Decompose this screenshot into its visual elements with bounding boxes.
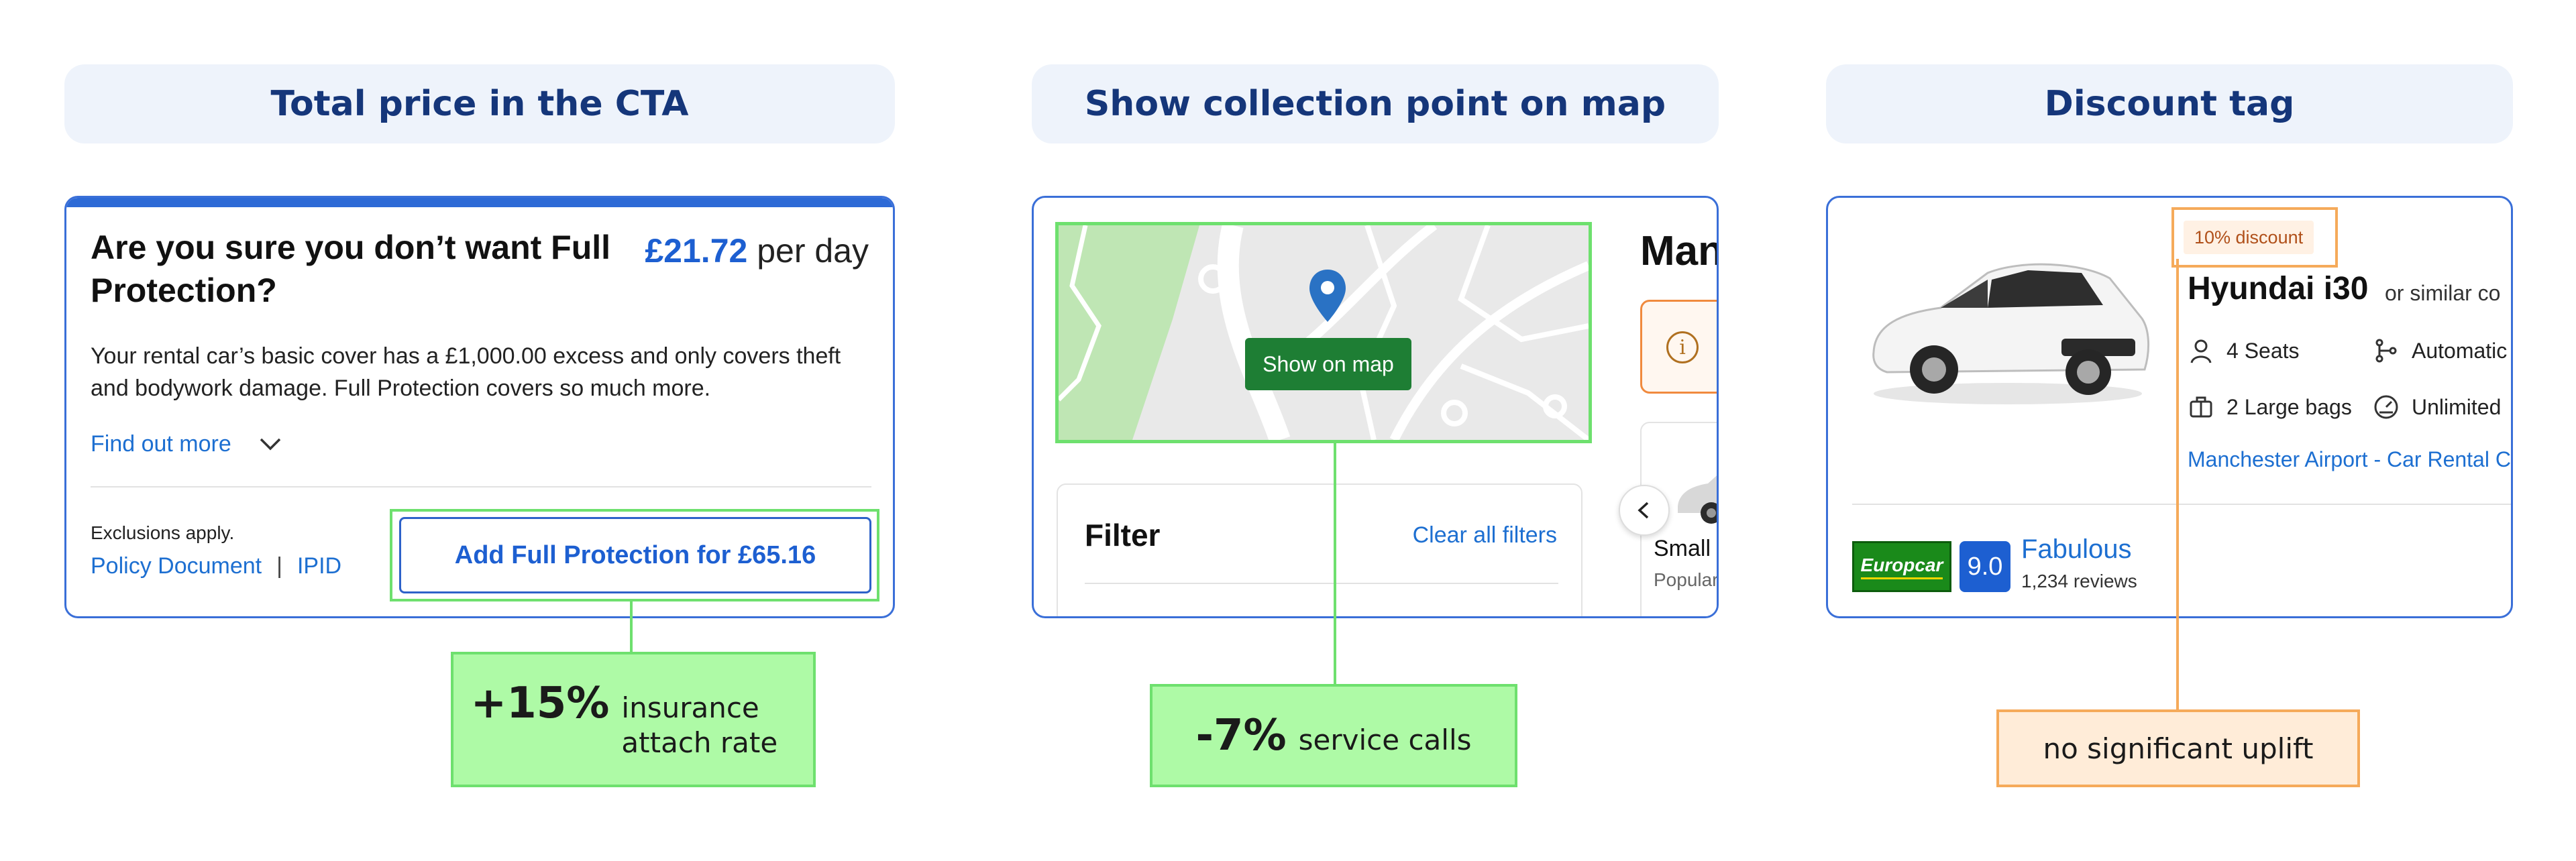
result-metric: no significant uplift	[2043, 732, 2314, 765]
car-image	[1872, 263, 2150, 404]
section-header-total-price: Total price in the CTA	[64, 64, 895, 144]
supplier-name: Europcar	[1860, 555, 1943, 579]
result-box-service-calls: -7% service calls	[1150, 684, 1517, 787]
feature-bags: 2 Large bags	[2188, 394, 2352, 420]
speedometer-icon	[2374, 395, 2398, 419]
protection-upsell-card: Are you sure you don’t want Full Protect…	[64, 196, 895, 618]
daily-price: £21.72 per day	[645, 231, 869, 270]
daily-price-suffix: per day	[757, 232, 869, 270]
carousel-prev-button[interactable]	[1619, 485, 1670, 536]
results-heading: Man	[1640, 228, 1719, 274]
result-value: +15%	[470, 679, 610, 728]
section-header-discount-tag: Discount tag	[1826, 64, 2513, 144]
clear-all-filters-link[interactable]: Clear all filters	[1413, 522, 1557, 549]
card-accent-bar	[66, 198, 893, 207]
discount-badge: 10% discount	[2184, 221, 2314, 254]
add-full-protection-button[interactable]: Add Full Protection for £65.16	[399, 517, 871, 593]
car-model-name: Hyundai i30	[2188, 271, 2369, 306]
car-category-label: Small	[1654, 536, 1711, 561]
show-on-map-button[interactable]: Show on map	[1245, 338, 1411, 390]
divider	[1085, 583, 1558, 584]
result-metric: service calls	[1298, 724, 1472, 756]
gearshift-icon	[2375, 339, 2397, 363]
policy-document-link[interactable]: Policy Document	[91, 553, 262, 579]
review-count: 1,234 reviews	[2021, 571, 2137, 591]
or-similar-label: or similar co	[2385, 281, 2501, 305]
find-out-more-label: Find out more	[91, 431, 231, 457]
protection-description: Your rental car’s basic cover has a £1,0…	[91, 343, 841, 401]
map-streets-graphic	[1059, 225, 1589, 440]
connector-line	[2176, 259, 2179, 711]
connector-line	[630, 599, 633, 654]
pickup-location-link[interactable]: Manchester Airport - Car Rental C	[2188, 447, 2511, 472]
info-icon: i	[1666, 331, 1699, 363]
connector-line	[1334, 441, 1336, 685]
feature-seats: 4 Seats	[2188, 337, 2300, 364]
chevron-down-icon	[260, 438, 281, 450]
map-preview[interactable]: Show on map	[1055, 222, 1592, 443]
supplier-logo: Europcar	[1852, 541, 1951, 592]
divider	[91, 486, 871, 487]
exclusions-note: Exclusions apply.	[91, 522, 235, 543]
filter-title: Filter	[1085, 518, 1161, 553]
person-icon	[2190, 339, 2212, 363]
result-metric: insurance attach rate	[621, 691, 778, 759]
mileage-label: Unlimited	[2412, 394, 2502, 419]
protection-question: Are you sure you don’t want Full Protect…	[91, 229, 611, 309]
transmission-label: Automatic	[2412, 338, 2508, 363]
feature-mileage: Unlimited	[2373, 394, 2501, 420]
section-header-collection-map: Show collection point on map	[1032, 64, 1719, 144]
find-out-more-toggle[interactable]: Find out more	[91, 431, 282, 457]
bags-label: 2 Large bags	[2226, 394, 2352, 419]
rating-word-link[interactable]: Fabulous	[2021, 534, 2132, 565]
filter-panel: Filter Clear all filters	[1057, 483, 1582, 616]
feature-transmission: Automatic	[2373, 337, 2507, 364]
divider	[1852, 504, 2511, 505]
chevron-left-icon	[1638, 502, 1649, 519]
car-category-sublabel: Popular	[1654, 569, 1719, 590]
result-box-insurance: +15% insurance attach rate	[451, 652, 816, 787]
result-value: -7%	[1195, 711, 1287, 760]
seats-label: 4 Seats	[2226, 338, 2300, 363]
car-offer-card: 10% discount Hyundai i30 or similar co 4…	[1826, 196, 2513, 618]
link-separator: |	[276, 553, 282, 579]
search-results-card: Show on map Filter Clear all filters Man…	[1032, 196, 1719, 618]
result-box-discount: no significant uplift	[1996, 709, 2360, 787]
daily-price-amount: £21.72	[645, 232, 748, 270]
rating-score: 9.0	[1960, 541, 2010, 592]
luggage-icon	[2190, 396, 2212, 418]
ipid-link[interactable]: IPID	[297, 553, 341, 579]
car-thumbnail	[1678, 475, 1717, 524]
info-notice: i	[1640, 300, 1717, 394]
policy-links: Policy Document | IPID	[91, 553, 341, 579]
map-pin-icon	[1309, 270, 1346, 322]
